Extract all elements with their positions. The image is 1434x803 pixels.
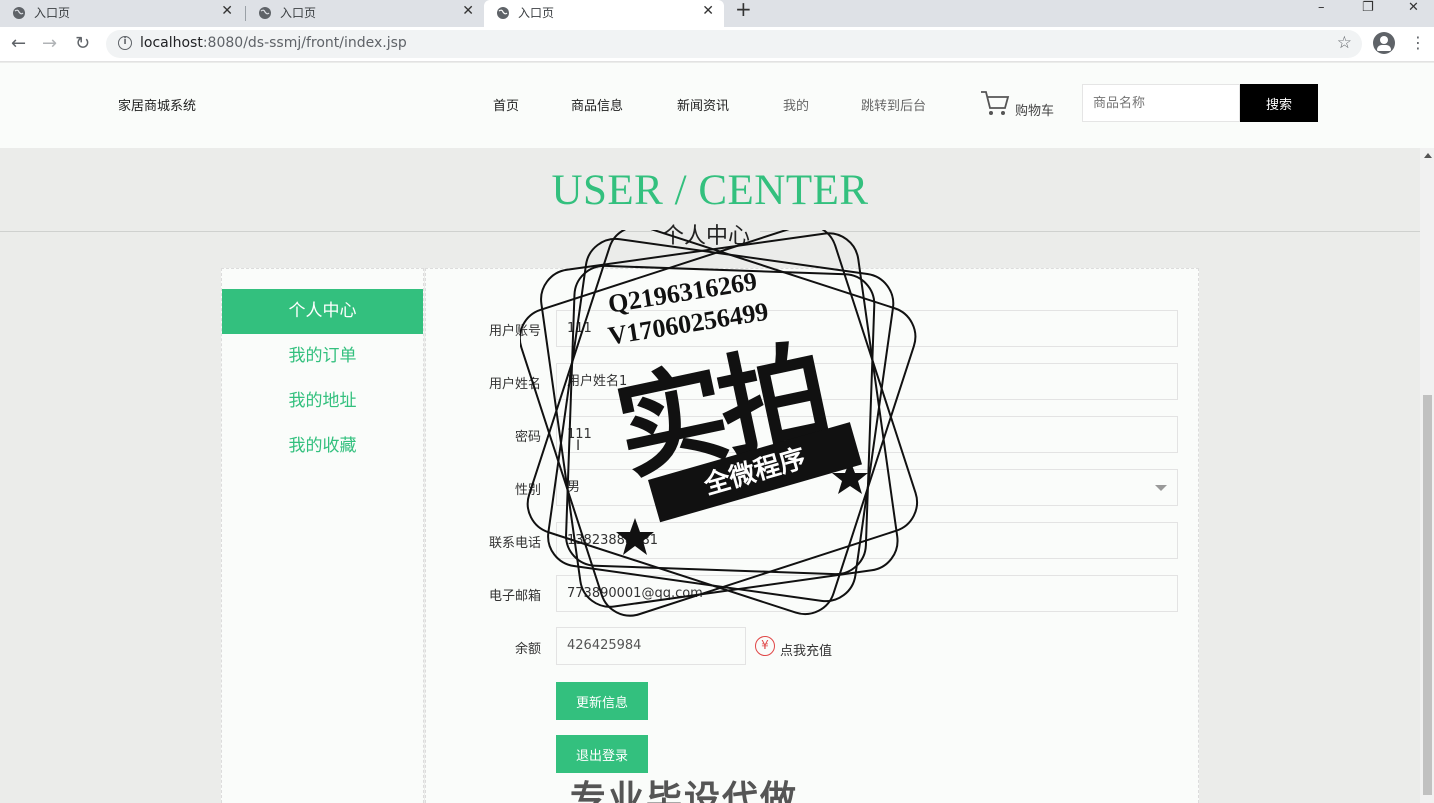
search-input[interactable]: [1082, 84, 1240, 122]
account-label: 用户账号: [488, 324, 541, 339]
browser-tab[interactable]: 入口页 ✕: [246, 0, 484, 27]
close-icon[interactable]: ✕: [221, 3, 233, 19]
gender-label: 性别: [514, 483, 541, 498]
cart-label[interactable]: 购物车: [1015, 100, 1054, 119]
chevron-down-icon: [1155, 485, 1167, 491]
bookmark-star-icon[interactable]: ☆: [1337, 33, 1352, 53]
more-menu-icon[interactable]: ⋮: [1410, 33, 1426, 53]
logout-button[interactable]: 退出登录: [556, 735, 648, 773]
shopping-cart-icon[interactable]: [980, 89, 1010, 117]
window-close-icon[interactable]: ✕: [1408, 0, 1419, 15]
yen-icon[interactable]: ¥: [755, 636, 775, 656]
sidebar-item-favorites[interactable]: 我的收藏: [222, 424, 423, 469]
forward-arrow-icon[interactable]: →: [42, 34, 57, 54]
tab-title: 入口页: [34, 6, 71, 20]
phone-label: 联系电话: [488, 536, 541, 551]
balance-field: 426425984: [556, 627, 746, 665]
nav-mine[interactable]: 我的: [783, 95, 809, 114]
sidebar-item-orders[interactable]: 我的订单: [222, 334, 423, 379]
section-title-en: USER / CENTER: [551, 167, 869, 214]
site-logo[interactable]: 家居商城系统: [118, 95, 196, 114]
close-icon[interactable]: ✕: [462, 3, 474, 19]
minimize-icon[interactable]: –: [1318, 0, 1325, 15]
email-field[interactable]: 773890001@qq.com: [556, 575, 1178, 612]
user-sidebar: 个人中心 我的订单 我的地址 我的收藏: [221, 268, 424, 803]
back-arrow-icon[interactable]: ←: [11, 34, 26, 54]
globe-icon: [497, 7, 509, 19]
tab-title: 入口页: [280, 6, 317, 20]
scrollbar-thumb[interactable]: [1423, 395, 1432, 795]
browser-tab[interactable]: 入口页 ✕: [0, 0, 243, 27]
gender-value: 男: [567, 480, 581, 495]
nav-admin[interactable]: 跳转到后台: [861, 95, 926, 114]
password-label: 密码: [514, 430, 541, 445]
nav-products[interactable]: 商品信息: [571, 95, 623, 114]
nav-home[interactable]: 首页: [493, 95, 519, 114]
sidebar-item-address[interactable]: 我的地址: [222, 379, 423, 424]
watermark-bottom-text: 专业毕设代做: [570, 779, 799, 803]
sidebar-item-profile[interactable]: 个人中心: [222, 289, 423, 334]
close-icon[interactable]: ✕: [702, 3, 714, 19]
url-text: localhost:8080/ds-ssmj/front/index.jsp: [140, 35, 407, 51]
tab-title: 入口页: [518, 6, 555, 20]
url-host: localhost: [140, 35, 203, 51]
browser-tab-bar: 入口页 ✕ 入口页 ✕ 入口页 ✕ + – ❐ ✕: [0, 0, 1434, 27]
name-label: 用户姓名: [488, 377, 541, 392]
url-path: :8080/ds-ssmj/front/index.jsp: [202, 35, 407, 51]
nav-news[interactable]: 新闻资讯: [677, 95, 729, 114]
browser-tab-active[interactable]: 入口页 ✕: [484, 0, 724, 27]
address-bar: ← → ↻ i localhost:8080/ds-ssmj/front/ind…: [0, 27, 1434, 62]
scroll-up-arrow-icon[interactable]: [1424, 153, 1432, 158]
restore-icon[interactable]: ❐: [1362, 0, 1374, 15]
recharge-link[interactable]: 点我充值: [780, 640, 832, 659]
email-label: 电子邮箱: [488, 589, 541, 604]
section-title-cn: 个人中心: [652, 218, 761, 250]
reload-icon[interactable]: ↻: [75, 34, 90, 54]
globe-icon: [259, 7, 271, 19]
text-cursor-icon: I: [576, 438, 581, 454]
new-tab-button[interactable]: +: [735, 0, 752, 19]
balance-label: 余额: [514, 642, 541, 657]
globe-icon: [13, 7, 25, 19]
search-button[interactable]: 搜索: [1240, 84, 1318, 122]
site-header: 家居商城系统 首页 商品信息 新闻资讯 我的 跳转到后台 购物车 搜索: [0, 63, 1434, 148]
update-info-button[interactable]: 更新信息: [556, 682, 648, 720]
phone-field[interactable]: 13823888881: [556, 522, 1178, 559]
info-icon[interactable]: i: [118, 36, 132, 50]
profile-avatar-icon[interactable]: [1373, 32, 1395, 54]
url-field[interactable]: i localhost:8080/ds-ssmj/front/index.jsp…: [106, 30, 1362, 58]
